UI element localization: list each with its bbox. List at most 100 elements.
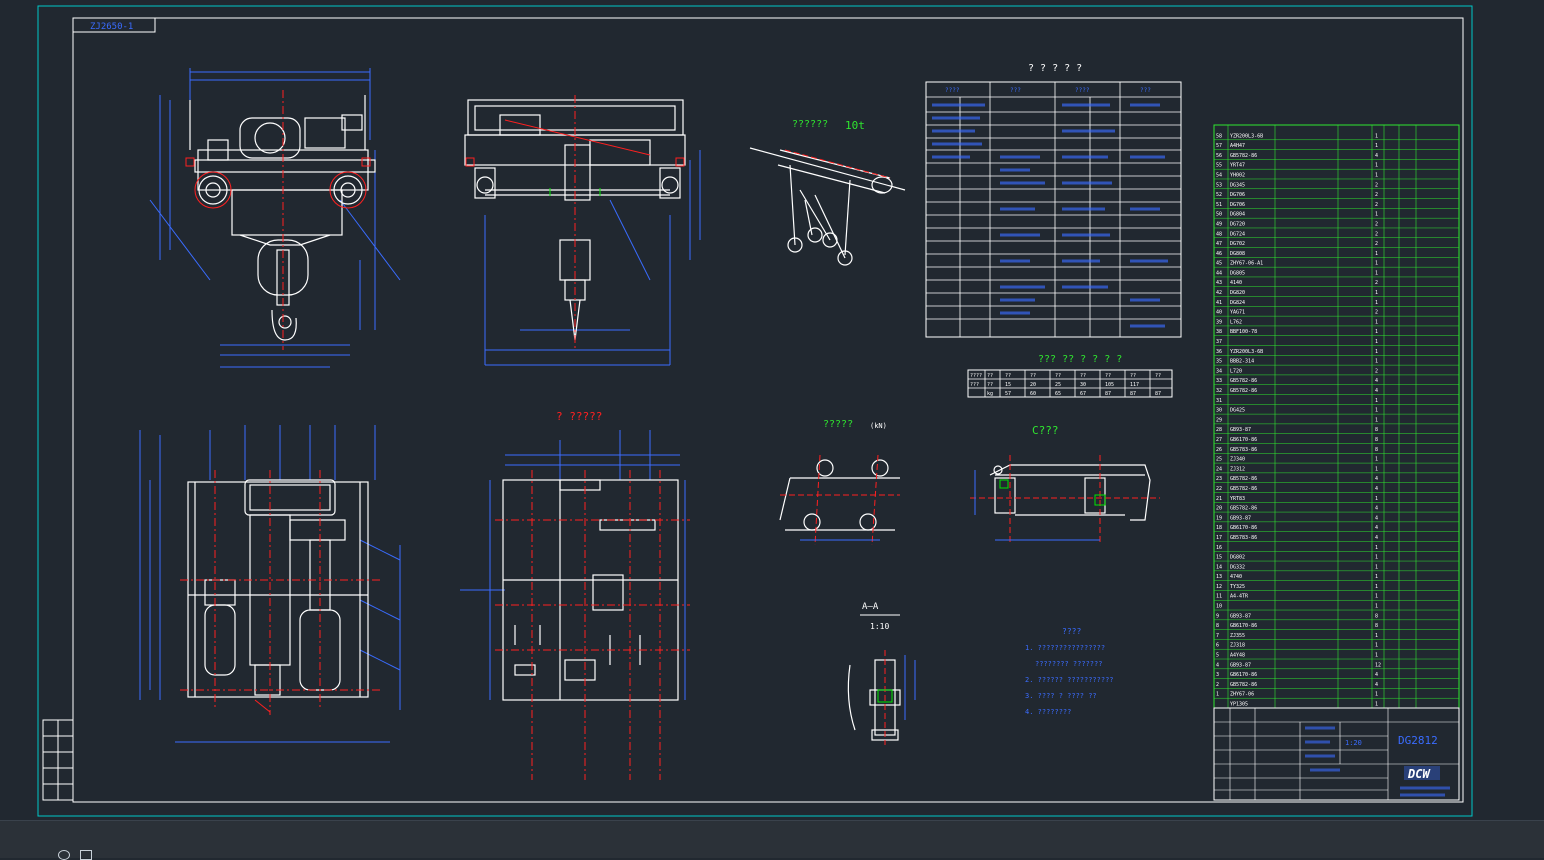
- parts-row-code: GB5783-86: [1230, 535, 1257, 541]
- parts-row-qty: 1: [1375, 398, 1378, 404]
- note-line-4: 3. ???? ? ???? ??: [1025, 692, 1097, 700]
- parts-row-code: DG820: [1230, 290, 1245, 296]
- note-line-1: 1. ????????????????: [1025, 644, 1105, 652]
- section-aa-view[interactable]: A—A 1:10: [847, 602, 916, 745]
- parts-row-code: YRT83: [1230, 496, 1245, 502]
- parts-row-number: 53: [1216, 182, 1222, 188]
- parts-row-qty: 1: [1375, 643, 1378, 649]
- parts-row-qty: 2: [1375, 310, 1378, 316]
- parts-row-code: GB93-87: [1230, 427, 1251, 433]
- capacity-label: 10t: [845, 119, 865, 132]
- parts-row-code: GB5782-86: [1230, 476, 1257, 482]
- parts-row-code: L720: [1230, 368, 1242, 374]
- capacity-table-cell: 57: [1005, 391, 1011, 397]
- parts-row-qty: 2: [1375, 231, 1378, 237]
- parts-row-qty: 1: [1375, 339, 1378, 345]
- parts-row-number: 58: [1216, 133, 1222, 139]
- capacity-table-cell: ????: [970, 373, 982, 379]
- side-elevation-view[interactable]: [464, 95, 701, 366]
- parts-row-code: GB93-87: [1230, 515, 1251, 521]
- svg-text:????: ????: [1075, 87, 1090, 94]
- parts-row-code: GB5782-86: [1230, 388, 1257, 394]
- parts-row-qty: 2: [1375, 280, 1378, 286]
- parts-row-number: 43: [1216, 280, 1222, 286]
- capacity-table-cell: 25: [1055, 382, 1061, 388]
- parts-row-qty: 1: [1375, 564, 1378, 570]
- capacity-table-title: ??? ?? ? ? ? ?: [1038, 354, 1122, 365]
- parts-row-qty: 4: [1375, 506, 1378, 512]
- parts-row-qty: 1: [1375, 594, 1378, 600]
- capacity-table-cell: 87: [1130, 391, 1136, 397]
- svg-text:???: ???: [1010, 87, 1021, 94]
- load-detail-view[interactable]: ????? (kN): [779, 419, 900, 546]
- parts-row-qty: 1: [1375, 163, 1378, 169]
- parts-row-number: 35: [1216, 359, 1222, 365]
- parts-row-code: ZJ318: [1230, 643, 1245, 649]
- parts-row-number: 33: [1216, 378, 1222, 384]
- parts-row-code: DG706: [1230, 192, 1245, 198]
- parts-row-number: 21: [1216, 496, 1222, 502]
- cad-drawing-canvas[interactable]: ZJ2650-1 ?????? 10t ? ? ? ? ? ???? ??? ?…: [0, 0, 1544, 820]
- parts-row-number: 37: [1216, 339, 1222, 345]
- parts-row-qty: 1: [1375, 633, 1378, 639]
- parts-row-code: ZHY67-06: [1230, 692, 1254, 698]
- parts-row-code: GB5782-86: [1230, 378, 1257, 384]
- capacity-table-cell: ??: [987, 373, 993, 379]
- parts-row-number: 32: [1216, 388, 1222, 394]
- parts-row-qty: 1: [1375, 349, 1378, 355]
- parts-row-number: 10: [1216, 604, 1222, 610]
- parts-row-code: DG720: [1230, 221, 1245, 227]
- parts-row-code: TY325: [1230, 584, 1245, 590]
- detail-top-title: ??????: [792, 119, 828, 130]
- parts-row-qty: 2: [1375, 192, 1378, 198]
- parts-row-qty: 1: [1375, 359, 1378, 365]
- parts-row-qty: 8: [1375, 613, 1378, 619]
- layout-icon[interactable]: [80, 850, 92, 860]
- view-b-bottom-middle[interactable]: ? ?????: [460, 410, 690, 780]
- capacity-table-cell: 60: [1030, 391, 1036, 397]
- parts-row-qty: 1: [1375, 574, 1378, 580]
- parts-row-number: 11: [1216, 594, 1222, 600]
- pulley-detail-view[interactable]: ?????? 10t: [749, 119, 906, 266]
- capacity-table-cell: 117: [1130, 382, 1139, 388]
- viewport-icon[interactable]: [58, 850, 70, 860]
- front-elevation-view[interactable]: [149, 68, 401, 368]
- parts-row-number: 26: [1216, 447, 1222, 453]
- parts-row-qty: 1: [1375, 466, 1378, 472]
- parts-row-qty: 1: [1375, 584, 1378, 590]
- section-c-view[interactable]: C???: [970, 424, 1160, 545]
- capacity-table-cell: 67: [1080, 391, 1086, 397]
- parts-row-number: 9: [1216, 613, 1219, 619]
- parts-row-qty: 1: [1375, 172, 1378, 178]
- parts-row-number: 36: [1216, 349, 1222, 355]
- parts-row-number: 27: [1216, 437, 1222, 443]
- parts-row-number: 55: [1216, 163, 1222, 169]
- capacity-table-cells: ????????????????????????? 15 20 25 30 105 117 k…: [970, 373, 1161, 397]
- parts-row-number: 16: [1216, 545, 1222, 551]
- parts-row-qty: 1: [1375, 702, 1378, 708]
- parts-row-number: 42: [1216, 290, 1222, 296]
- parts-row-number: 6: [1216, 643, 1219, 649]
- parts-row-code: BBB2-314: [1230, 359, 1254, 365]
- parts-row-number: 1: [1216, 692, 1219, 698]
- tech-table-title: ? ? ? ? ?: [1028, 63, 1082, 74]
- parts-row-number: 50: [1216, 212, 1222, 218]
- parts-row-number: 38: [1216, 329, 1222, 335]
- parts-row-qty: 1: [1375, 545, 1378, 551]
- plan-view-bottom-left[interactable]: [139, 425, 401, 743]
- parts-row-code: DG824: [1230, 300, 1245, 306]
- view-b-title: ? ?????: [556, 410, 602, 423]
- parts-list-table: 58 YZR200L3-6B 157 A4H47 156 GB5782-86 455 YRT4…: [1213, 124, 1460, 709]
- parts-row-code: BBF100-78: [1230, 329, 1257, 335]
- parts-row-number: 57: [1216, 143, 1222, 149]
- parts-row-code: GB6170-86: [1230, 672, 1257, 678]
- scale-label: 1:20: [1345, 739, 1362, 747]
- parts-row-number: 18: [1216, 525, 1222, 531]
- parts-row-number: 23: [1216, 476, 1222, 482]
- parts-row-code: GB6170-86: [1230, 525, 1257, 531]
- parts-row-number: 51: [1216, 202, 1222, 208]
- parts-row-qty: 4: [1375, 153, 1378, 159]
- parts-row-code: DG425: [1230, 408, 1245, 414]
- parts-row-qty: 4: [1375, 535, 1378, 541]
- parts-row-number: 48: [1216, 231, 1222, 237]
